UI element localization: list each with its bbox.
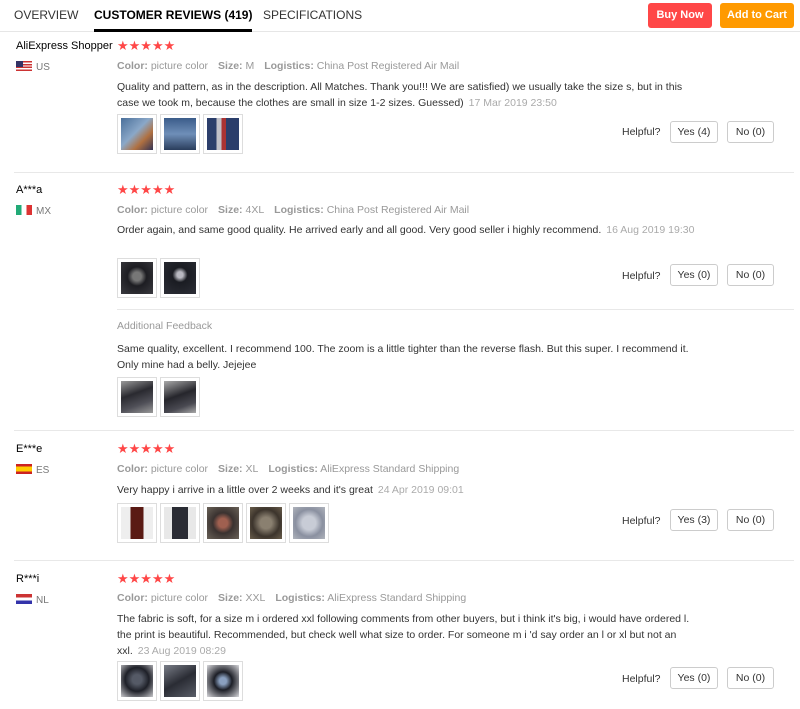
order-attributes: Color: picture color Size: 4XL Logistics: … bbox=[117, 204, 470, 216]
reviewer-country: ES bbox=[16, 464, 49, 476]
spain-flag-icon bbox=[16, 464, 32, 474]
netherlands-flag-icon bbox=[16, 594, 32, 604]
reviewer-name: A***a bbox=[16, 184, 43, 196]
review-text: Order again, and same good quality. He a… bbox=[117, 224, 695, 236]
reviewer-country: NL bbox=[16, 594, 49, 606]
reviewer-country: MX bbox=[16, 205, 51, 217]
review-photo-thumbnail[interactable] bbox=[117, 503, 157, 543]
additional-feedback-photos bbox=[117, 377, 203, 419]
mexico-flag-icon bbox=[16, 205, 32, 215]
rating-stars: ★★★★★ bbox=[117, 571, 176, 586]
review-text: Very happy i arrive in a little over 2 w… bbox=[117, 484, 464, 496]
reviewer-country: US bbox=[16, 61, 50, 73]
review-photo-thumbnail[interactable] bbox=[160, 377, 200, 417]
buy-now-button[interactable]: Buy Now bbox=[648, 3, 712, 28]
review-photos bbox=[117, 503, 332, 545]
reviewer-name: R***i bbox=[16, 573, 40, 585]
review-photo-thumbnail[interactable] bbox=[160, 661, 200, 701]
reviewer-name: E***e bbox=[16, 443, 43, 455]
helpful-label: Helpful? bbox=[622, 270, 661, 282]
review-divider bbox=[14, 430, 794, 431]
review-photo-thumbnail[interactable] bbox=[160, 503, 200, 543]
tab-specifications[interactable]: SPECIFICATIONS bbox=[263, 0, 362, 32]
review-date: 16 Aug 2019 19:30 bbox=[606, 224, 695, 236]
review-photo-thumbnail[interactable] bbox=[203, 661, 243, 701]
review-date: 17 Mar 2019 23:50 bbox=[468, 97, 557, 109]
helpful-yes-button[interactable]: Yes (3) bbox=[670, 509, 718, 531]
review-photo-thumbnail[interactable] bbox=[117, 114, 157, 154]
helpful-yes-button[interactable]: Yes (4) bbox=[670, 121, 718, 143]
additional-feedback-divider bbox=[117, 309, 794, 310]
additional-feedback-label: Additional Feedback bbox=[117, 320, 213, 332]
us-flag-icon bbox=[16, 61, 32, 71]
review-photo-thumbnail[interactable] bbox=[203, 114, 243, 154]
review-photo-thumbnail[interactable] bbox=[160, 258, 200, 298]
helpful-no-button[interactable]: No (0) bbox=[727, 121, 774, 143]
review-date: 23 Aug 2019 08:29 bbox=[137, 645, 226, 657]
tab-overview[interactable]: OVERVIEW bbox=[14, 0, 78, 32]
helpful-label: Helpful? bbox=[622, 673, 661, 685]
review-photo-thumbnail[interactable] bbox=[117, 661, 157, 701]
rating-stars: ★★★★★ bbox=[117, 38, 176, 53]
review-divider bbox=[14, 172, 794, 173]
review-tabs-bar: OVERVIEW CUSTOMER REVIEWS (419) SPECIFIC… bbox=[0, 0, 800, 32]
review-divider bbox=[14, 560, 794, 561]
review-photo-thumbnail[interactable] bbox=[246, 503, 286, 543]
helpful-no-button[interactable]: No (0) bbox=[727, 264, 774, 286]
order-attributes: Color: picture color Size: XL Logistics: A… bbox=[117, 463, 460, 475]
helpful-label: Helpful? bbox=[622, 515, 661, 527]
review-photo-thumbnail[interactable] bbox=[203, 503, 243, 543]
review-photo-thumbnail[interactable] bbox=[117, 377, 157, 417]
review-photos bbox=[117, 114, 246, 156]
helpful-no-button[interactable]: No (0) bbox=[727, 667, 774, 689]
order-attributes: Color: picture color Size: M Logistics: Ch… bbox=[117, 60, 460, 72]
order-attributes: Color: picture color Size: XXL Logistics: … bbox=[117, 592, 467, 604]
review-text: Quality and pattern, as in the descripti… bbox=[117, 81, 683, 109]
helpful-label: Helpful? bbox=[622, 126, 661, 138]
additional-feedback-text: Same quality, excellent. I recommend 100… bbox=[117, 343, 689, 371]
helpful-yes-button[interactable]: Yes (0) bbox=[670, 667, 718, 689]
review-photos bbox=[117, 661, 246, 703]
tab-customer-reviews[interactable]: CUSTOMER REVIEWS (419) bbox=[94, 0, 253, 32]
review-photo-thumbnail[interactable] bbox=[160, 114, 200, 154]
review-date: 24 Apr 2019 09:01 bbox=[377, 484, 464, 496]
review-text: The fabric is soft, for a size m i order… bbox=[117, 613, 690, 657]
review-photo-thumbnail[interactable] bbox=[289, 503, 329, 543]
reviewer-name: AliExpress Shopper bbox=[16, 40, 113, 52]
rating-stars: ★★★★★ bbox=[117, 441, 176, 456]
add-to-cart-button[interactable]: Add to Cart bbox=[720, 3, 794, 28]
review-photos bbox=[117, 258, 203, 300]
review-photo-thumbnail[interactable] bbox=[117, 258, 157, 298]
helpful-no-button[interactable]: No (0) bbox=[727, 509, 774, 531]
helpful-yes-button[interactable]: Yes (0) bbox=[670, 264, 718, 286]
rating-stars: ★★★★★ bbox=[117, 182, 176, 197]
